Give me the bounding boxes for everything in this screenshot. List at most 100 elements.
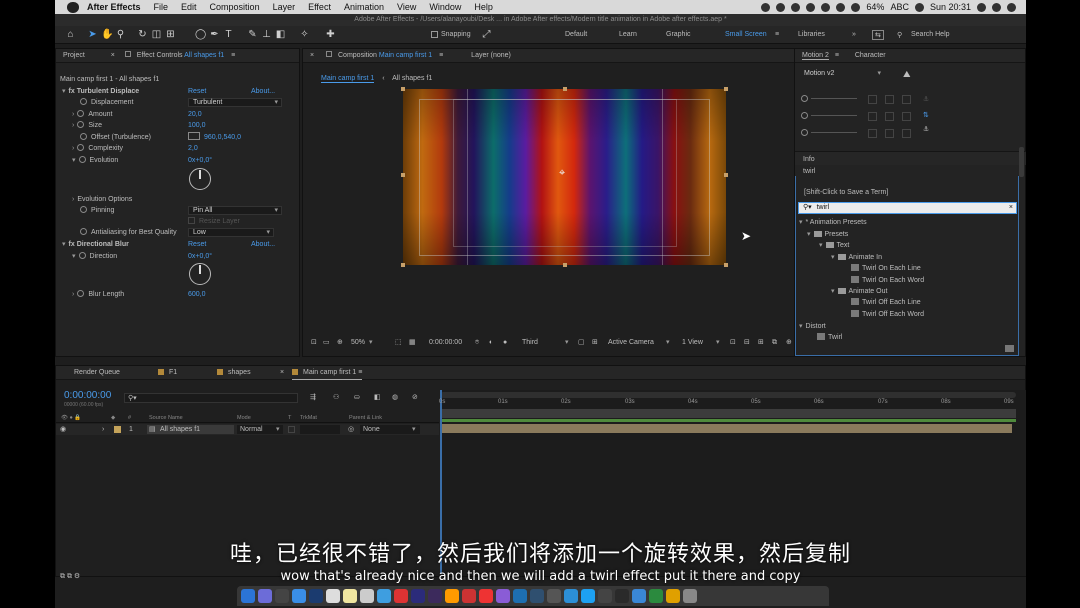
tree-item-animate-in[interactable]: ▾ Animate In [831,253,882,261]
rotation-tool-icon[interactable]: ↻ [137,29,148,40]
toggle-pixel-icon[interactable]: ⊡ [730,336,736,350]
tab-main-camp-first-1[interactable]: Main camp first 1 ≡ [292,366,363,380]
expand-layer-icon[interactable]: › [102,424,104,435]
evolution-options[interactable]: › Evolution Options [72,194,132,205]
finder-icon[interactable] [241,589,255,603]
transform-handle[interactable] [401,87,405,91]
layer-name[interactable]: ▤ All shapes f1 [147,425,234,434]
fx-icon[interactable]: fx [69,241,75,248]
blur-length-value[interactable]: 600,0 [188,289,206,300]
panel-menu-icon[interactable]: ≡ [439,52,443,59]
menu-animation[interactable]: Animation [344,2,384,12]
menu-help[interactable]: Help [474,2,493,12]
snap-options-icon[interactable]: ⤢ [481,29,492,40]
terminal-icon[interactable] [615,589,629,603]
timeline-timecode[interactable]: 0:00:00:00 [64,390,111,401]
link-icon[interactable]: ⇅ [923,111,929,119]
search-help-icon[interactable]: ⚲ [897,31,902,39]
reset-button[interactable]: Reset [188,86,206,97]
transform-handle[interactable] [724,87,728,91]
tree-item-preset[interactable]: Twirl Off Each Word [851,310,924,318]
eraser-tool-icon[interactable]: ◧ [275,29,286,40]
tab-shapes[interactable]: shapes [217,366,251,380]
trkmat-dropdown[interactable] [300,425,340,434]
stopwatch-icon[interactable] [78,156,86,163]
anchor-button[interactable] [885,129,894,138]
whatsapp-icon[interactable] [649,589,663,603]
flowchart-icon[interactable]: ⧉ [772,336,777,350]
menu-composition[interactable]: Composition [210,2,260,12]
workspace-learn[interactable]: Learn [619,31,637,38]
col-mode[interactable]: Mode [237,413,251,423]
input-source[interactable]: ABC [890,2,909,12]
crosshair-icon[interactable] [188,132,200,140]
view-layout-dropdown[interactable]: 1 View ▾ [682,336,724,350]
anchor-icon[interactable]: ⚓ [923,95,929,103]
shy-icon[interactable]: ⛀ [354,393,360,401]
about-button[interactable]: About... [251,86,275,97]
acrobat-icon[interactable] [462,589,476,603]
tab-info[interactable]: Info [803,156,815,163]
workspace-menu-icon[interactable]: ≡ [775,31,779,38]
chevron-down-icon[interactable]: ▾ [369,336,373,350]
calendar-icon[interactable] [326,589,340,603]
system-preferences-icon[interactable] [547,589,561,603]
hand-tool-icon[interactable]: ✋ [101,29,113,40]
sync-icon[interactable]: ⇆ [872,30,884,40]
label-color[interactable] [114,426,121,433]
col-parent[interactable]: Parent & Link [349,413,382,423]
tab-character[interactable]: Character [855,52,886,59]
snapping-checkbox[interactable] [431,31,438,38]
size-value[interactable]: 100,0 [188,120,206,131]
menu-window[interactable]: Window [429,2,461,12]
stopwatch-icon[interactable] [80,98,87,105]
parent-dropdown[interactable]: None ▾ [360,425,420,434]
motion-blur-icon[interactable]: ◍ [392,393,398,401]
stopwatch-icon[interactable] [77,290,85,297]
displacement-dropdown[interactable]: Turbulent [188,98,282,107]
tree-item-presets[interactable]: ▾ Presets [807,230,848,238]
music-icon[interactable] [479,589,493,603]
panel-menu-icon[interactable]: ≡ [231,52,235,59]
breadcrumb-item[interactable]: Main camp first 1 [321,75,375,83]
after-effects-icon[interactable] [411,589,425,603]
lock-icon[interactable] [326,51,333,57]
skype-icon[interactable] [581,589,595,603]
preserve-transparency-checkbox[interactable] [288,426,295,433]
workspace-graphic[interactable]: Graphic [666,31,691,38]
color-channel-icon[interactable]: ● [503,336,507,350]
home-icon[interactable]: ⌂ [65,29,76,40]
offset-value[interactable]: 960,0,540,0 [204,134,241,141]
stopwatch-icon[interactable] [80,228,87,235]
transform-handle[interactable] [563,87,567,91]
antialiasing-dropdown[interactable]: Low [188,228,274,237]
stopwatch-icon[interactable] [80,206,87,213]
composition-canvas[interactable]: ⌖ [401,87,728,267]
anchor-button[interactable] [868,129,877,138]
effects-search-input[interactable]: ⚲▾ twirl × [798,202,1017,214]
anchor-icon[interactable]: ⚓ [923,125,929,133]
direction-dial[interactable] [189,263,211,285]
scrollbar[interactable] [1019,147,1024,177]
fast-preview-icon[interactable]: ⊟ [744,336,750,350]
pan-behind-tool-icon[interactable]: ⊞ [165,29,176,40]
selection-tool-icon[interactable]: ➤ [87,29,98,40]
tree-item-preset[interactable]: Twirl On Each Word [851,276,924,284]
close-icon[interactable]: × [280,366,284,380]
stopwatch-icon[interactable] [78,252,86,259]
resolution-icon[interactable]: ⊕ [337,336,343,350]
photoshop-icon[interactable] [309,589,323,603]
timeline-icon[interactable]: ⊞ [758,336,764,350]
menu-effect[interactable]: Effect [308,2,331,12]
transform-handle[interactable] [724,263,728,267]
bluetooth-icon[interactable] [821,2,831,12]
vlc-icon[interactable] [666,589,680,603]
tab-project[interactable]: Project [63,52,85,59]
menu-view[interactable]: View [397,2,416,12]
grid-icon[interactable]: ⊞ [592,336,598,350]
effect-turbulent-displace[interactable]: ▾ fx Turbulent Displace [62,86,139,97]
transform-handle[interactable] [401,263,405,267]
puppet-tool-icon[interactable]: ✚ [325,29,336,40]
zoom-dropdown[interactable]: 50% [351,336,365,350]
trash-icon[interactable] [683,589,697,603]
